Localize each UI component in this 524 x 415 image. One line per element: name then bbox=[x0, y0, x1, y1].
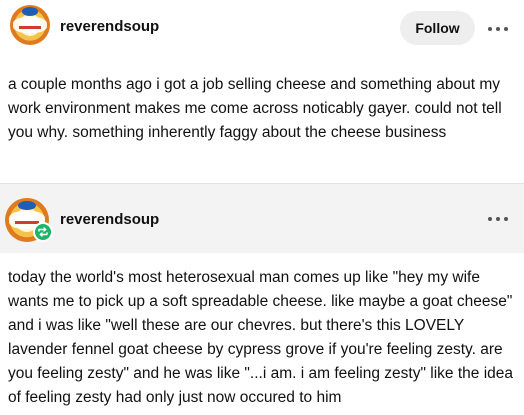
more-horizontal-icon[interactable] bbox=[488, 214, 508, 224]
avatar-logo bbox=[22, 7, 38, 17]
post-header: reverendsoup Follow bbox=[0, 0, 524, 58]
avatar-logo bbox=[18, 200, 36, 211]
follow-button[interactable]: Follow bbox=[400, 11, 475, 45]
post-author-name[interactable]: reverendsoup bbox=[60, 18, 159, 35]
avatar[interactable] bbox=[10, 5, 50, 45]
reblog-author-name[interactable]: reverendsoup bbox=[60, 211, 159, 228]
reblog-body-text: today the world's most heterosexual man … bbox=[8, 269, 514, 406]
avatar-stripe bbox=[18, 25, 42, 29]
more-horizontal-icon[interactable] bbox=[488, 24, 508, 34]
post-body-text: a couple months ago i got a job selling … bbox=[8, 76, 502, 141]
reblog-icon bbox=[33, 222, 53, 242]
